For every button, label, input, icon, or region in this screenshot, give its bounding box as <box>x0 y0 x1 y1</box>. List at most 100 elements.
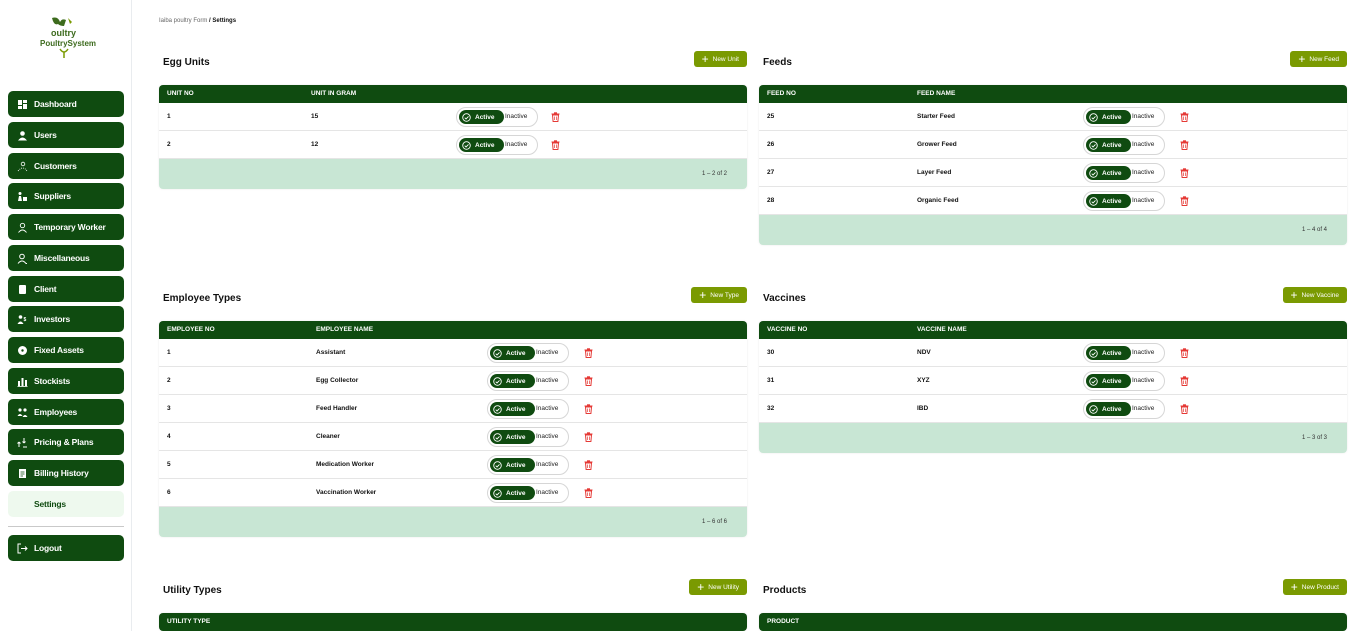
button-label: New Vaccine <box>1301 291 1339 299</box>
sidebar-item-label: Stockists <box>34 376 70 386</box>
new-vaccines-button[interactable]: + New Vaccine <box>1282 287 1347 303</box>
inactive-option[interactable]: Inactive <box>536 433 558 440</box>
sidebar-item-client[interactable]: Client <box>8 276 124 302</box>
inactive-option[interactable]: Inactive <box>1132 405 1154 412</box>
trash-icon[interactable] <box>1180 404 1189 414</box>
sidebar-item-settings[interactable]: Settings <box>8 491 124 517</box>
active-option[interactable]: Active <box>1086 346 1131 360</box>
status-toggle[interactable]: Active Inactive <box>487 399 569 419</box>
sidebar-item-investors[interactable]: $ Investors <box>8 306 124 332</box>
active-option[interactable]: Active <box>490 430 535 444</box>
trash-icon[interactable] <box>551 140 560 150</box>
inactive-option[interactable]: Inactive <box>1132 377 1154 384</box>
trash-icon[interactable] <box>584 376 593 386</box>
table-pagination: 1 – 6 of 6 <box>159 507 747 537</box>
status-toggle[interactable]: Active Inactive <box>487 343 569 363</box>
status-toggle[interactable]: Active Inactive <box>1083 399 1165 419</box>
new-egg-units-button[interactable]: + New Unit <box>693 51 747 67</box>
status-toggle[interactable]: Active Inactive <box>1083 135 1165 155</box>
status-toggle[interactable]: Active Inactive <box>1083 163 1165 183</box>
active-option[interactable]: Active <box>490 374 535 388</box>
billing-icon <box>17 468 28 479</box>
sidebar-item-billing-history[interactable]: Billing History <box>8 460 124 486</box>
pagination-label: 1 – 3 of 3 <box>1301 435 1327 441</box>
trash-icon[interactable] <box>1180 140 1189 150</box>
status-toggle[interactable]: Active Inactive <box>487 483 569 503</box>
sidebar-item-dashboard[interactable]: Dashboard <box>8 91 124 117</box>
status-toggle[interactable]: Active Inactive <box>1083 191 1165 211</box>
breadcrumb-parent[interactable]: Iaiba poultry Form <box>159 18 207 24</box>
trash-icon[interactable] <box>1180 376 1189 386</box>
worker-icon <box>17 222 28 233</box>
trash-icon[interactable] <box>584 432 593 442</box>
active-option[interactable]: Active <box>490 402 535 416</box>
inactive-option[interactable]: Inactive <box>1132 141 1154 148</box>
trash-icon[interactable] <box>584 348 593 358</box>
button-label: New Product <box>1301 583 1339 591</box>
active-option[interactable]: Active <box>1086 166 1131 180</box>
inactive-option[interactable]: Inactive <box>536 489 558 496</box>
logout-button[interactable]: Logout <box>8 535 124 561</box>
active-option[interactable]: Active <box>1086 402 1131 416</box>
cell-name: Cleaner <box>316 433 340 440</box>
inactive-option[interactable]: Inactive <box>1132 169 1154 176</box>
active-option[interactable]: Active <box>490 458 535 472</box>
data-table: PRODUCT <box>759 613 1347 631</box>
inactive-option[interactable]: Inactive <box>536 461 558 468</box>
status-toggle[interactable]: Active Inactive <box>1083 107 1165 127</box>
section-title: Employee Types <box>163 293 242 304</box>
inactive-option[interactable]: Inactive <box>1132 197 1154 204</box>
status-toggle[interactable]: Active Inactive <box>487 371 569 391</box>
inactive-option[interactable]: Inactive <box>536 377 558 384</box>
inactive-option[interactable]: Inactive <box>505 113 527 120</box>
trash-icon[interactable] <box>584 488 593 498</box>
inactive-option[interactable]: Inactive <box>536 349 558 356</box>
active-option[interactable]: Active <box>1086 374 1131 388</box>
active-option[interactable]: Active <box>1086 194 1131 208</box>
sidebar-item-employees[interactable]: Employees <box>8 399 124 425</box>
active-option[interactable]: Active <box>490 486 535 500</box>
trash-icon[interactable] <box>1180 348 1189 358</box>
inactive-option[interactable]: Inactive <box>505 141 527 148</box>
sidebar-item-label: Users <box>34 130 57 140</box>
status-toggle[interactable]: Active Inactive <box>487 427 569 447</box>
pagination-label: 1 – 2 of 2 <box>701 171 727 177</box>
trash-icon[interactable] <box>1180 112 1189 122</box>
active-option[interactable]: Active <box>1086 138 1131 152</box>
sidebar-item-fixed-assets[interactable]: Fixed Assets <box>8 337 124 363</box>
active-option[interactable]: Active <box>490 346 535 360</box>
sidebar-item-users[interactable]: Users <box>8 122 124 148</box>
inactive-option[interactable]: Inactive <box>1132 349 1154 356</box>
status-toggle[interactable]: Active Inactive <box>456 107 538 127</box>
new-utility-types-button[interactable]: + New Utility <box>689 579 747 595</box>
sidebar-item-miscellaneous[interactable]: Miscellaneous <box>8 245 124 271</box>
trash-icon[interactable] <box>584 404 593 414</box>
table-header: VACCINE NO VACCINE NAME <box>759 321 1347 339</box>
sidebar-item-stockists[interactable]: Stockists <box>8 368 124 394</box>
active-option[interactable]: Active <box>459 110 504 124</box>
pagination-label: 1 – 6 of 6 <box>701 519 727 525</box>
status-toggle[interactable]: Active Inactive <box>487 455 569 475</box>
status-toggle[interactable]: Active Inactive <box>456 135 538 155</box>
active-label: Active <box>1102 197 1122 205</box>
sidebar-item-customers[interactable]: Customers <box>8 153 124 179</box>
new-products-button[interactable]: + New Product <box>1282 579 1347 595</box>
trash-icon[interactable] <box>1180 196 1189 206</box>
sidebar-item-pricing-plans[interactable]: Pricing & Plans <box>8 429 124 455</box>
sidebar-item-temporary-worker[interactable]: Temporary Worker <box>8 214 124 240</box>
trash-icon[interactable] <box>1180 168 1189 178</box>
status-toggle[interactable]: Active Inactive <box>1083 371 1165 391</box>
new-employee-types-button[interactable]: + New Type <box>691 287 747 303</box>
trash-icon[interactable] <box>551 112 560 122</box>
poultry-system-logo[interactable]: oultry PoultrySystem <box>30 16 102 60</box>
sidebar-item-label: Suppliers <box>34 191 71 201</box>
inactive-option[interactable]: Inactive <box>1132 113 1154 120</box>
table-row: 26 Grower Feed Active Inactive <box>759 131 1347 159</box>
new-feeds-button[interactable]: + New Feed <box>1290 51 1347 67</box>
inactive-option[interactable]: Inactive <box>536 405 558 412</box>
active-option[interactable]: Active <box>1086 110 1131 124</box>
sidebar-item-suppliers[interactable]: Suppliers <box>8 183 124 209</box>
status-toggle[interactable]: Active Inactive <box>1083 343 1165 363</box>
active-option[interactable]: Active <box>459 138 504 152</box>
trash-icon[interactable] <box>584 460 593 470</box>
